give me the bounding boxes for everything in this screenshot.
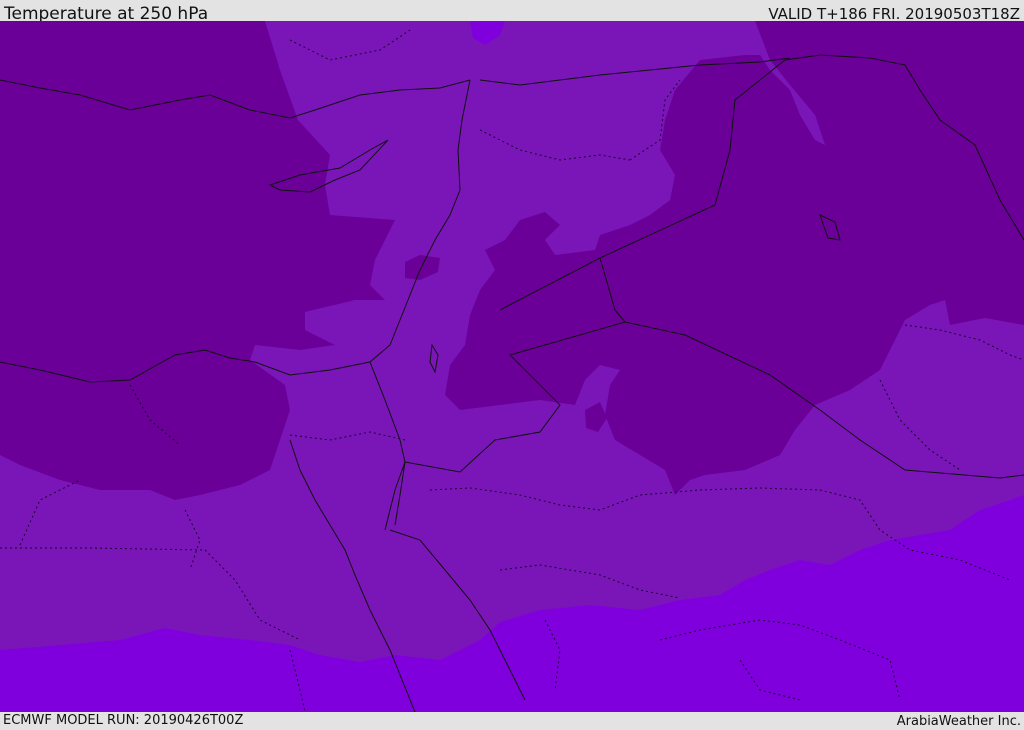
model-run-label: ECMWF MODEL RUN: 20190426T00Z	[3, 713, 244, 728]
weather-map[interactable]	[0, 21, 1024, 712]
credit-label: ArabiaWeather Inc.	[896, 714, 1021, 729]
title-bar: Temperature at 250 hPa VALID T+186 FRI. …	[0, 0, 1024, 24]
footer-bar: ECMWF MODEL RUN: 20190426T00Z ArabiaWeat…	[0, 712, 1024, 729]
